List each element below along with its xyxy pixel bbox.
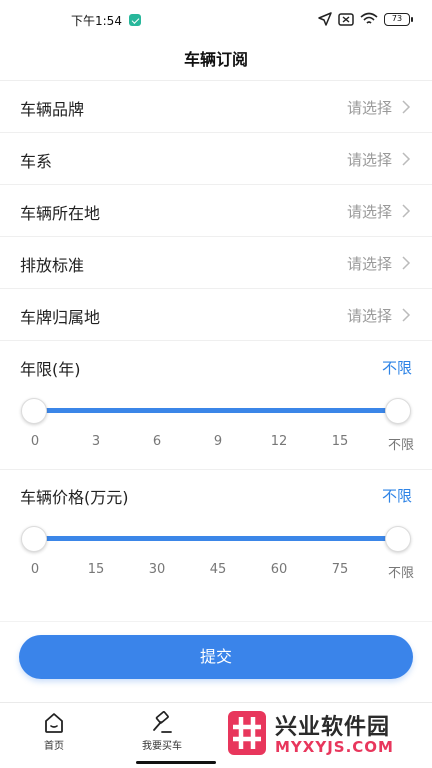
sim-off-icon: [338, 12, 354, 26]
submit-button[interactable]: 提交: [19, 635, 413, 679]
tick-label: 45: [209, 562, 227, 577]
row-label: 车系: [20, 152, 53, 171]
price-range-title: 车辆价格(万元): [20, 488, 129, 507]
row-label: 车辆所在地: [20, 204, 101, 223]
row-value: 请选择: [346, 99, 392, 117]
tick-label: 12: [270, 434, 288, 449]
watermark-name: 兴业软件园: [275, 715, 391, 740]
row-label: 车牌归属地: [20, 308, 101, 327]
filter-list: 车辆品牌 请选择 车系 请选择 车辆所在地 请选择 排放标准 请选择 车牌归属地…: [0, 81, 432, 341]
divider: [0, 621, 432, 622]
home-indicator: [136, 761, 216, 764]
watermark: 兴业软件园 MYXYJS.COM: [228, 709, 424, 761]
price-range-value: 不限: [381, 487, 412, 505]
row-value: 请选择: [346, 203, 392, 221]
status-icons: 73: [318, 11, 413, 27]
year-range-title: 年限(年): [20, 360, 81, 379]
location-row[interactable]: 车辆所在地 请选择: [0, 185, 432, 237]
tick-label: 15: [331, 434, 349, 449]
hammer-icon: [153, 711, 172, 733]
series-row[interactable]: 车系 请选择: [0, 133, 432, 185]
tick-label: 9: [213, 434, 223, 449]
plate-region-row[interactable]: 车牌归属地 请选择: [0, 289, 432, 341]
chevron-right-icon: [402, 204, 411, 218]
price-range-track[interactable]: [34, 536, 398, 541]
tick-label: 3: [91, 434, 101, 449]
tick-label: 75: [331, 562, 349, 577]
tick-label: 6: [152, 434, 162, 449]
tab-home[interactable]: 首页: [0, 703, 108, 768]
wifi-icon: [360, 12, 378, 24]
tab-label: 我要买车: [142, 741, 182, 752]
battery-indicator: 73: [384, 12, 413, 26]
chevron-right-icon: [402, 308, 411, 322]
watermark-site: MYXYJS.COM: [275, 738, 394, 756]
subscription-page: 下午1:54 73 车辆订阅 车辆品牌 请选择 车系 请选择 车辆所在地 请选择…: [0, 0, 432, 768]
header: 车辆订阅: [0, 38, 432, 80]
row-label: 排放标准: [20, 256, 85, 275]
price-range-section: 车辆价格(万元) 不限 0 15 30 45 60 75 不限: [0, 470, 432, 596]
price-range-max-handle[interactable]: [385, 526, 411, 552]
app-notification-icon: [129, 14, 141, 26]
year-range-max-handle[interactable]: [385, 398, 411, 424]
watermark-logo-icon: [228, 711, 266, 755]
tick-label: 0: [30, 562, 40, 577]
tab-buy-car[interactable]: 我要买车: [108, 703, 216, 768]
status-time: 下午1:54: [71, 14, 122, 28]
row-label: 车辆品牌: [20, 100, 85, 119]
emission-standard-row[interactable]: 排放标准 请选择: [0, 237, 432, 289]
tick-label: 不限: [387, 566, 415, 581]
brand-row[interactable]: 车辆品牌 请选择: [0, 81, 432, 133]
tick-label: 0: [30, 434, 40, 449]
price-range-ticks: 0 15 30 45 60 75 不限: [0, 562, 432, 581]
year-range-track[interactable]: [34, 408, 398, 413]
tick-label: 60: [270, 562, 288, 577]
page-title: 车辆订阅: [183, 50, 248, 69]
location-arrow-icon: [318, 12, 332, 26]
home-icon: [45, 713, 63, 733]
tick-label: 30: [148, 562, 166, 577]
price-range-min-handle[interactable]: [21, 526, 47, 552]
year-range-min-handle[interactable]: [21, 398, 47, 424]
chevron-right-icon: [402, 256, 411, 270]
tick-label: 不限: [387, 438, 415, 453]
tab-label: 首页: [44, 741, 64, 752]
chevron-right-icon: [402, 152, 411, 166]
year-range-value: 不限: [381, 359, 412, 377]
row-value: 请选择: [346, 255, 392, 273]
year-range-section: 年限(年) 不限 0 3 6 9 12 15 不限: [0, 342, 432, 468]
year-range-ticks: 0 3 6 9 12 15 不限: [0, 434, 432, 453]
tick-label: 15: [87, 562, 105, 577]
chevron-right-icon: [402, 100, 411, 114]
status-bar: 下午1:54 73: [0, 0, 432, 38]
row-value: 请选择: [346, 307, 392, 325]
row-value: 请选择: [346, 151, 392, 169]
